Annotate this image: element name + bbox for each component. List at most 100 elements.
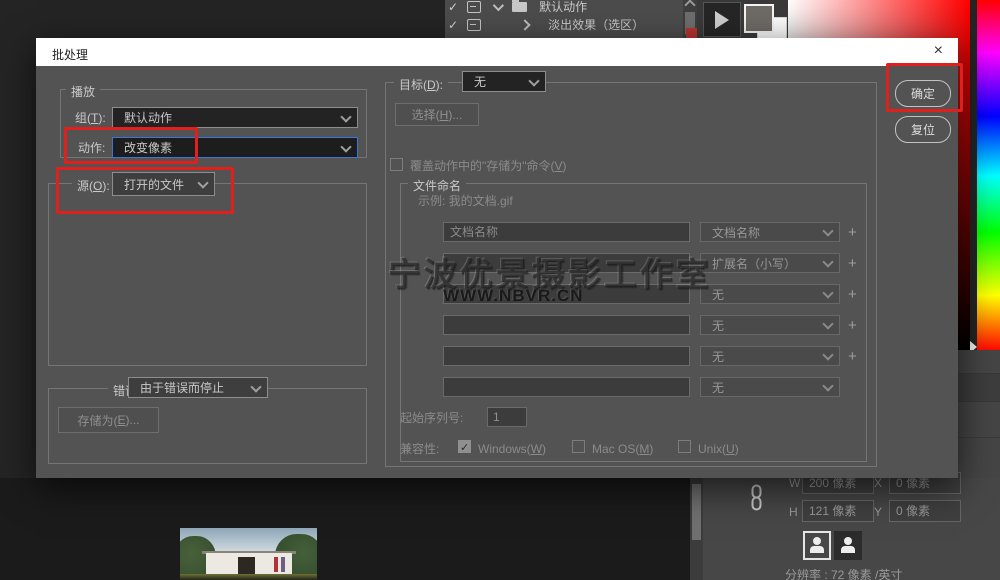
naming-input-5[interactable]	[443, 346, 690, 366]
compat-macos-label[interactable]: Mac OS(M)	[592, 443, 653, 455]
play-action-button[interactable]	[703, 2, 741, 37]
check-icon[interactable]: ✓	[448, 0, 458, 14]
x-label: X	[874, 476, 882, 490]
annotation-box-ok	[886, 63, 963, 112]
chevron-down-icon	[528, 75, 539, 86]
naming-select-4-value: 无	[712, 317, 724, 334]
naming-input-6[interactable]	[443, 377, 690, 397]
document-thumbnail-image	[180, 528, 317, 580]
reset-button[interactable]: 复位	[895, 116, 951, 143]
close-icon[interactable]: ×	[930, 42, 947, 60]
dialog-toggle-icon[interactable]	[467, 1, 481, 13]
house-red-door	[274, 557, 278, 572]
chevron-down-icon	[822, 225, 833, 236]
right-panel-sliver	[953, 350, 1000, 480]
height-field[interactable]: 121 像素	[802, 500, 874, 522]
set-select-value: 默认动作	[124, 109, 172, 126]
width-label: W	[789, 476, 800, 490]
play-icon	[715, 11, 729, 29]
naming-example: 示例: 我的文档.gif	[418, 195, 513, 207]
actions-panel: ✓ 默认动作 ✓ 淡出效果（选区）	[445, 0, 697, 38]
destination-select-value: 无	[474, 73, 486, 90]
chevron-right-icon[interactable]	[519, 19, 530, 30]
panel-scrollbar[interactable]	[690, 478, 703, 580]
screenshot-stage: ✓ 默认动作 ✓ 淡出效果（选区）	[0, 0, 1000, 580]
dialog-toggle-icon[interactable]	[467, 19, 481, 31]
hue-strip[interactable]	[977, 0, 1000, 352]
set-select[interactable]: 默认动作	[112, 107, 358, 128]
naming-select-5-value: 无	[712, 348, 724, 365]
y-label: Y	[874, 505, 882, 519]
panel-section-band	[953, 373, 1000, 402]
naming-select-6[interactable]: 无	[700, 377, 840, 397]
annotation-box-action	[64, 127, 198, 164]
compat-unix-label[interactable]: Unix(U)	[698, 443, 739, 455]
naming-input-4[interactable]	[443, 315, 690, 335]
y-field[interactable]: 0 像素	[889, 500, 961, 522]
serial-label: 起始序列号:	[400, 412, 463, 424]
naming-select-3-value: 无	[712, 286, 724, 303]
error-select[interactable]: 由于错误而停止	[128, 377, 268, 398]
override-label[interactable]: 覆盖动作中的"存储为"命令(V)	[410, 160, 567, 172]
save-as-button[interactable]: 存储为(E)...	[58, 407, 159, 433]
dialog-titlebar[interactable]: 批处理 ×	[36, 38, 958, 66]
compat-macos-checkbox[interactable]	[572, 440, 585, 453]
naming-select-2[interactable]: 扩展名（小写）	[700, 253, 840, 273]
person-icon	[844, 537, 852, 545]
orientation-portrait-button[interactable]	[803, 531, 831, 560]
compat-unix-checkbox[interactable]	[678, 440, 691, 453]
destination-label: 目标(D):	[394, 76, 448, 93]
chevron-down-icon	[822, 287, 833, 298]
override-checkbox[interactable]	[390, 158, 403, 171]
action-set-label[interactable]: 默认动作	[539, 1, 587, 13]
chevron-down-icon	[340, 111, 351, 122]
naming-select-1-value: 文档名称	[712, 224, 760, 241]
set-label: 组(T):	[75, 112, 106, 124]
add-token-button-4[interactable]: +	[848, 317, 857, 334]
naming-select-1[interactable]: 文档名称	[700, 222, 840, 242]
actions-toolbar	[697, 0, 788, 38]
naming-input-1[interactable]	[443, 222, 690, 242]
naming-select-3[interactable]: 无	[700, 284, 840, 304]
foreground-color-swatch[interactable]	[744, 4, 774, 33]
naming-legend: 文件命名	[408, 177, 466, 194]
chevron-down-icon	[250, 381, 261, 392]
choose-button[interactable]: 选择(H)...	[395, 103, 479, 126]
batch-dialog: 批处理 × 播放 组(T): 默认动作 动作: 改变像素 源(O): 打开的文件	[36, 38, 958, 478]
compat-windows-label[interactable]: Windows(W)	[478, 443, 546, 455]
house-ground	[180, 574, 317, 580]
add-token-button-1[interactable]: +	[848, 224, 857, 241]
action-row-default-actions[interactable]: ✓ 默认动作	[445, 0, 697, 16]
link-chain-icon[interactable]	[750, 484, 763, 514]
destination-select[interactable]: 无	[462, 71, 546, 92]
scrollbar-thumb[interactable]	[692, 484, 701, 540]
compat-windows-checkbox[interactable]	[458, 440, 471, 453]
naming-select-5[interactable]: 无	[700, 346, 840, 366]
action-item-label[interactable]: 淡出效果（选区）	[548, 19, 644, 31]
scroll-up-icon[interactable]	[684, 0, 695, 11]
orientation-landscape-button[interactable]	[834, 531, 862, 560]
panel-divider	[953, 437, 1000, 438]
play-legend: 播放	[66, 83, 100, 100]
chevron-down-icon	[822, 349, 833, 360]
error-select-value: 由于错误而停止	[140, 379, 224, 396]
chevron-down-icon[interactable]	[493, 0, 504, 11]
house-doorway	[238, 557, 255, 574]
chevron-down-icon	[340, 141, 351, 152]
add-token-button-2[interactable]: +	[848, 255, 857, 272]
add-token-button-5[interactable]: +	[848, 348, 857, 365]
check-icon[interactable]: ✓	[448, 18, 458, 32]
compat-label: 兼容性:	[400, 443, 439, 455]
naming-select-6-value: 无	[712, 379, 724, 396]
serial-input[interactable]	[487, 407, 527, 427]
action-row-fade-effect[interactable]: ✓ 淡出效果（选区）	[445, 15, 697, 34]
chevron-down-icon	[822, 318, 833, 329]
naming-select-2-value: 扩展名（小写）	[712, 255, 796, 272]
transform-panel: W 200 像素 X 0 像素 H 121 像素 Y 0 像素 分辨率 : 72…	[703, 478, 1000, 580]
watermark-url: WWW.NBVR.CN	[443, 286, 583, 306]
naming-select-4[interactable]: 无	[700, 315, 840, 335]
add-token-button-3[interactable]: +	[848, 286, 857, 303]
house-purple-door	[281, 557, 285, 572]
person-icon	[813, 537, 821, 545]
height-label: H	[789, 505, 798, 519]
